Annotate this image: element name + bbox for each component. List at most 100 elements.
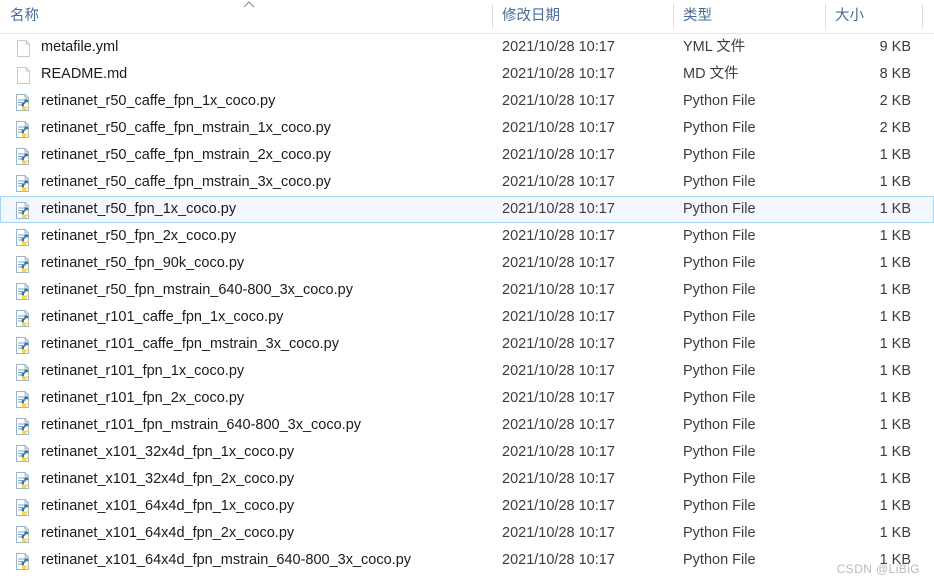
file-date-modified-cell: 2021/10/28 10:17 [502, 471, 615, 487]
column-header-size-label: 大小 [835, 8, 864, 24]
column-divider-size-end[interactable] [922, 4, 923, 29]
file-name-cell[interactable]: retinanet_r101_caffe_fpn_1x_coco.py [15, 305, 485, 330]
file-name-cell[interactable]: retinanet_r50_fpn_90k_coco.py [15, 251, 485, 276]
file-name-cell[interactable]: retinanet_x101_64x4d_fpn_1x_coco.py [15, 494, 485, 519]
file-date-modified-cell: 2021/10/28 10:17 [502, 525, 615, 541]
file-type-cell: Python File [683, 390, 756, 406]
file-size-cell: 1 KB [879, 228, 911, 244]
file-size-cell: 1 KB [879, 363, 911, 379]
file-row[interactable]: retinanet_r50_caffe_fpn_mstrain_1x_coco.… [0, 115, 934, 142]
python-file-icon [15, 93, 32, 112]
file-name-label: retinanet_x101_32x4d_fpn_1x_coco.py [41, 444, 295, 460]
file-size-cell: 1 KB [879, 390, 911, 406]
file-row[interactable]: retinanet_r101_fpn_mstrain_640-800_3x_co… [0, 412, 934, 439]
file-type-cell: Python File [683, 417, 756, 433]
file-date-modified-cell: 2021/10/28 10:17 [502, 120, 615, 136]
column-header-type-label: 类型 [683, 8, 712, 24]
file-name-cell[interactable]: retinanet_r50_caffe_fpn_mstrain_1x_coco.… [15, 116, 485, 141]
file-explorer-list-view: 名称 修改日期 类型 大小 metafile.yml 2021/10/28 10:… [0, 0, 934, 584]
python-file-icon [15, 120, 32, 139]
file-size-cell: 1 KB [879, 444, 911, 460]
file-date-modified-cell: 2021/10/28 10:17 [502, 336, 615, 352]
file-name-cell[interactable]: retinanet_r101_fpn_1x_coco.py [15, 359, 485, 384]
file-type-cell: Python File [683, 147, 756, 163]
file-name-label: metafile.yml [41, 39, 119, 55]
file-row[interactable]: retinanet_x101_64x4d_fpn_1x_coco.py 2021/… [0, 493, 934, 520]
column-header-date-modified[interactable]: 修改日期 [492, 0, 673, 33]
file-type-cell: YML 文件 [683, 39, 746, 55]
file-row[interactable]: retinanet_r101_fpn_1x_coco.py 2021/10/28 … [0, 358, 934, 385]
file-row[interactable]: retinanet_r50_caffe_fpn_mstrain_3x_coco.… [0, 169, 934, 196]
python-file-icon [15, 444, 32, 463]
python-file-icon [15, 147, 32, 166]
file-type-cell: Python File [683, 228, 756, 244]
file-size-cell: 2 KB [879, 93, 911, 109]
file-type-cell: Python File [683, 552, 756, 568]
file-row[interactable]: retinanet_x101_64x4d_fpn_mstrain_640-800… [0, 547, 934, 574]
file-date-modified-cell: 2021/10/28 10:17 [502, 147, 615, 163]
file-date-modified-cell: 2021/10/28 10:17 [502, 282, 615, 298]
file-row[interactable]: retinanet_r50_caffe_fpn_mstrain_2x_coco.… [0, 142, 934, 169]
file-name-cell[interactable]: retinanet_r50_caffe_fpn_1x_coco.py [15, 89, 485, 114]
file-name-label: retinanet_x101_64x4d_fpn_1x_coco.py [41, 498, 295, 514]
file-size-cell: 1 KB [879, 201, 911, 217]
file-row[interactable]: README.md 2021/10/28 10:17 MD 文件 8 KB [0, 61, 934, 88]
file-name-cell[interactable]: retinanet_r50_fpn_mstrain_640-800_3x_coc… [15, 278, 485, 303]
file-date-modified-cell: 2021/10/28 10:17 [502, 309, 615, 325]
file-row[interactable]: retinanet_r50_caffe_fpn_1x_coco.py 2021/1… [0, 88, 934, 115]
file-row[interactable]: retinanet_r50_fpn_90k_coco.py 2021/10/28 … [0, 250, 934, 277]
python-file-icon [15, 390, 32, 409]
file-type-cell: Python File [683, 471, 756, 487]
file-name-label: retinanet_r50_fpn_2x_coco.py [41, 228, 237, 244]
file-row[interactable]: retinanet_r50_fpn_1x_coco.py 2021/10/28 1… [0, 196, 934, 223]
file-name-cell[interactable]: retinanet_r50_fpn_1x_coco.py [15, 197, 485, 222]
file-name-cell[interactable]: retinanet_x101_64x4d_fpn_2x_coco.py [15, 521, 485, 546]
column-header-size[interactable]: 大小 [825, 0, 922, 33]
file-name-cell[interactable]: metafile.yml [15, 35, 485, 60]
file-name-label: retinanet_r101_caffe_fpn_mstrain_3x_coco… [41, 336, 339, 352]
file-date-modified-cell: 2021/10/28 10:17 [502, 201, 615, 217]
file-name-cell[interactable]: retinanet_r50_caffe_fpn_mstrain_2x_coco.… [15, 143, 485, 168]
python-file-icon [15, 201, 32, 220]
file-size-cell: 1 KB [879, 498, 911, 514]
file-name-label: retinanet_x101_64x4d_fpn_2x_coco.py [41, 525, 295, 541]
file-row[interactable]: retinanet_r50_fpn_mstrain_640-800_3x_coc… [0, 277, 934, 304]
file-name-label: retinanet_r50_caffe_fpn_mstrain_1x_coco.… [41, 120, 331, 136]
file-date-modified-cell: 2021/10/28 10:17 [502, 66, 615, 82]
file-name-cell[interactable]: retinanet_r101_fpn_mstrain_640-800_3x_co… [15, 413, 485, 438]
file-date-modified-cell: 2021/10/28 10:17 [502, 390, 615, 406]
file-type-cell: Python File [683, 525, 756, 541]
file-name-cell[interactable]: retinanet_r101_caffe_fpn_mstrain_3x_coco… [15, 332, 485, 357]
column-header-type[interactable]: 类型 [673, 0, 825, 33]
generic-file-icon [15, 39, 32, 58]
file-name-cell[interactable]: retinanet_r50_fpn_2x_coco.py [15, 224, 485, 249]
file-size-cell: 8 KB [879, 66, 911, 82]
sort-ascending-icon [241, 0, 257, 10]
file-date-modified-cell: 2021/10/28 10:17 [502, 417, 615, 433]
file-row[interactable]: retinanet_x101_64x4d_fpn_2x_coco.py 2021/… [0, 520, 934, 547]
file-type-cell: Python File [683, 498, 756, 514]
file-type-cell: Python File [683, 120, 756, 136]
file-name-label: retinanet_r101_caffe_fpn_1x_coco.py [41, 309, 284, 325]
file-row[interactable]: retinanet_x101_32x4d_fpn_1x_coco.py 2021/… [0, 439, 934, 466]
file-row[interactable]: retinanet_r101_fpn_2x_coco.py 2021/10/28 … [0, 385, 934, 412]
python-file-icon [15, 525, 32, 544]
file-name-label: retinanet_r50_caffe_fpn_mstrain_3x_coco.… [41, 174, 331, 190]
file-row[interactable]: metafile.yml 2021/10/28 10:17 YML 文件 9 KB [0, 34, 934, 61]
file-date-modified-cell: 2021/10/28 10:17 [502, 228, 615, 244]
file-name-cell[interactable]: README.md [15, 62, 485, 87]
file-size-cell: 1 KB [879, 471, 911, 487]
file-name-cell[interactable]: retinanet_x101_64x4d_fpn_mstrain_640-800… [15, 548, 485, 573]
file-row[interactable]: retinanet_r50_fpn_2x_coco.py 2021/10/28 1… [0, 223, 934, 250]
file-row[interactable]: retinanet_r101_caffe_fpn_mstrain_3x_coco… [0, 331, 934, 358]
file-name-cell[interactable]: retinanet_r101_fpn_2x_coco.py [15, 386, 485, 411]
python-file-icon [15, 498, 32, 517]
file-date-modified-cell: 2021/10/28 10:17 [502, 174, 615, 190]
file-row[interactable]: retinanet_x101_32x4d_fpn_2x_coco.py 2021/… [0, 466, 934, 493]
file-size-cell: 1 KB [879, 174, 911, 190]
file-name-cell[interactable]: retinanet_r50_caffe_fpn_mstrain_3x_coco.… [15, 170, 485, 195]
file-name-cell[interactable]: retinanet_x101_32x4d_fpn_2x_coco.py [15, 467, 485, 492]
file-name-label: retinanet_r101_fpn_2x_coco.py [41, 390, 245, 406]
file-name-cell[interactable]: retinanet_x101_32x4d_fpn_1x_coco.py [15, 440, 485, 465]
file-row[interactable]: retinanet_r101_caffe_fpn_1x_coco.py 2021/… [0, 304, 934, 331]
